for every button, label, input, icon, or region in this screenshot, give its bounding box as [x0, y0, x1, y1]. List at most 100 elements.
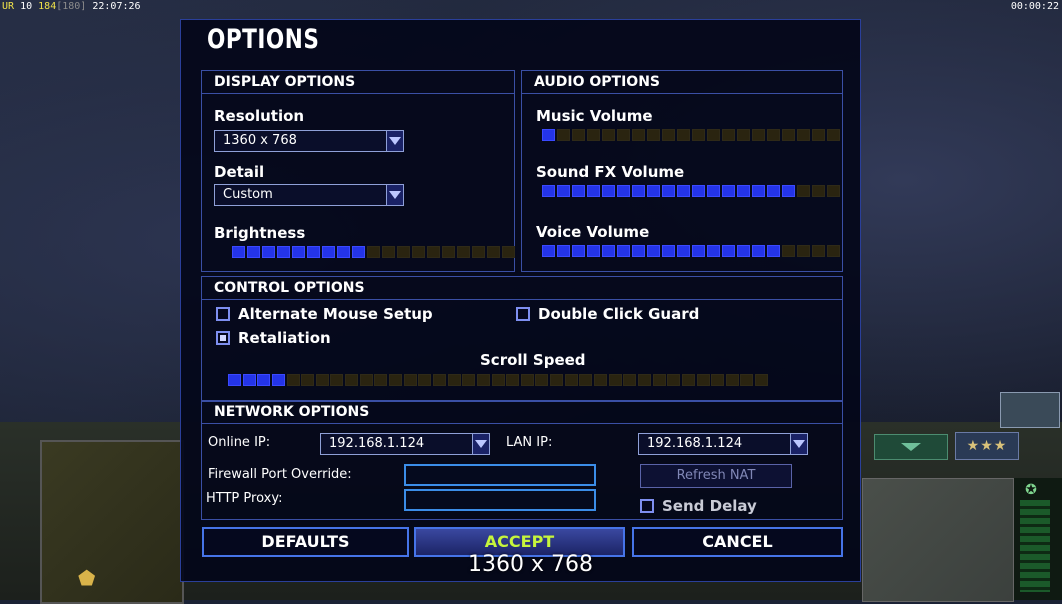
detail-select[interactable]: Custom	[214, 184, 404, 206]
sfx-volume-segment[interactable]	[677, 185, 690, 197]
voice-volume-segment[interactable]	[782, 245, 795, 257]
scroll-speed-segment[interactable]	[345, 374, 359, 386]
voice-volume-segment[interactable]	[677, 245, 690, 257]
scroll-speed-segment[interactable]	[447, 374, 461, 386]
voice-volume-segment[interactable]	[632, 245, 645, 257]
scroll-speed-segment[interactable]	[257, 374, 271, 386]
music-volume-segment[interactable]	[797, 129, 810, 141]
brightness-segment[interactable]	[232, 246, 245, 258]
scroll-speed-segment[interactable]	[535, 374, 549, 386]
music-volume-segment[interactable]	[722, 129, 735, 141]
sfx-volume-segment[interactable]	[692, 185, 705, 197]
scroll-speed-segment[interactable]	[725, 374, 739, 386]
brightness-segment[interactable]	[502, 246, 515, 258]
brightness-segment[interactable]	[382, 246, 395, 258]
sfx-volume-segment[interactable]	[812, 185, 825, 197]
scroll-speed-segment[interactable]	[301, 374, 315, 386]
voice-volume-segment[interactable]	[587, 245, 600, 257]
brightness-segment[interactable]	[457, 246, 470, 258]
chevron-down-icon[interactable]	[790, 434, 807, 454]
music-volume-segment[interactable]	[587, 129, 600, 141]
refresh-nat-button[interactable]: Refresh NAT	[640, 464, 792, 488]
scroll-speed-segment[interactable]	[696, 374, 710, 386]
scroll-speed-segment[interactable]	[286, 374, 300, 386]
sfx-volume-segment[interactable]	[617, 185, 630, 197]
sfx-volume-segment[interactable]	[602, 185, 615, 197]
scroll-speed-segment[interactable]	[594, 374, 608, 386]
cancel-button[interactable]: CANCEL	[632, 527, 843, 557]
scroll-speed-segment[interactable]	[520, 374, 534, 386]
scroll-speed-segment[interactable]	[637, 374, 651, 386]
music-volume-segment[interactable]	[602, 129, 615, 141]
music-volume-segment[interactable]	[827, 129, 840, 141]
scroll-speed-segment[interactable]	[579, 374, 593, 386]
sfx-volume-segment[interactable]	[632, 185, 645, 197]
sfx-volume-segment[interactable]	[542, 185, 555, 197]
voice-volume-segment[interactable]	[542, 245, 555, 257]
scroll-speed-segment[interactable]	[491, 374, 505, 386]
scroll-speed-segment[interactable]	[389, 374, 403, 386]
retaliation-checkbox[interactable]	[216, 331, 230, 345]
build-panel[interactable]	[862, 478, 1014, 602]
scroll-speed-segment[interactable]	[315, 374, 329, 386]
scroll-speed-segment[interactable]	[359, 374, 373, 386]
sfx-volume-segment[interactable]	[587, 185, 600, 197]
scroll-speed-segment[interactable]	[681, 374, 695, 386]
sfx-volume-segment[interactable]	[767, 185, 780, 197]
brightness-segment[interactable]	[322, 246, 335, 258]
music-volume-segment[interactable]	[752, 129, 765, 141]
scroll-speed-segment[interactable]	[462, 374, 476, 386]
resolution-select[interactable]: 1360 x 768	[214, 130, 404, 152]
music-volume-segment[interactable]	[692, 129, 705, 141]
sfx-volume-segment[interactable]	[557, 185, 570, 197]
brightness-segment[interactable]	[427, 246, 440, 258]
voice-volume-slider[interactable]	[542, 245, 840, 257]
brightness-segment[interactable]	[262, 246, 275, 258]
music-volume-segment[interactable]	[737, 129, 750, 141]
chevron-down-icon[interactable]	[386, 185, 403, 205]
brightness-segment[interactable]	[487, 246, 500, 258]
sfx-volume-segment[interactable]	[647, 185, 660, 197]
brightness-slider[interactable]	[232, 246, 515, 258]
scroll-speed-segment[interactable]	[608, 374, 622, 386]
brightness-segment[interactable]	[277, 246, 290, 258]
sfx-volume-slider[interactable]	[542, 185, 840, 197]
minimap[interactable]	[40, 440, 184, 604]
music-volume-segment[interactable]	[767, 129, 780, 141]
voice-volume-segment[interactable]	[602, 245, 615, 257]
scroll-speed-segment[interactable]	[652, 374, 666, 386]
music-volume-segment[interactable]	[542, 129, 555, 141]
scroll-speed-segment[interactable]	[740, 374, 754, 386]
scroll-speed-segment[interactable]	[330, 374, 344, 386]
sfx-volume-segment[interactable]	[572, 185, 585, 197]
music-volume-segment[interactable]	[812, 129, 825, 141]
music-volume-segment[interactable]	[617, 129, 630, 141]
voice-volume-segment[interactable]	[557, 245, 570, 257]
voice-volume-segment[interactable]	[572, 245, 585, 257]
music-volume-segment[interactable]	[707, 129, 720, 141]
chevron-down-icon[interactable]	[386, 131, 403, 151]
sfx-volume-segment[interactable]	[797, 185, 810, 197]
scroll-speed-segment[interactable]	[564, 374, 578, 386]
alternate-mouse-checkbox[interactable]	[216, 307, 230, 321]
scroll-speed-segment[interactable]	[550, 374, 564, 386]
brightness-segment[interactable]	[367, 246, 380, 258]
double-click-guard-checkbox[interactable]	[516, 307, 530, 321]
scroll-speed-segment[interactable]	[432, 374, 446, 386]
lan-ip-select[interactable]: 192.168.1.124	[638, 433, 808, 455]
online-ip-select[interactable]: 192.168.1.124	[320, 433, 490, 455]
scroll-speed-segment[interactable]	[374, 374, 388, 386]
brightness-segment[interactable]	[307, 246, 320, 258]
voice-volume-segment[interactable]	[662, 245, 675, 257]
brightness-segment[interactable]	[442, 246, 455, 258]
brightness-segment[interactable]	[397, 246, 410, 258]
music-volume-segment[interactable]	[557, 129, 570, 141]
brightness-segment[interactable]	[292, 246, 305, 258]
voice-volume-segment[interactable]	[737, 245, 750, 257]
brightness-segment[interactable]	[472, 246, 485, 258]
music-volume-slider[interactable]	[542, 129, 840, 141]
unit-portrait[interactable]	[1000, 392, 1060, 428]
firewall-port-input[interactable]	[404, 464, 596, 486]
sfx-volume-segment[interactable]	[722, 185, 735, 197]
http-proxy-input[interactable]	[404, 489, 596, 511]
